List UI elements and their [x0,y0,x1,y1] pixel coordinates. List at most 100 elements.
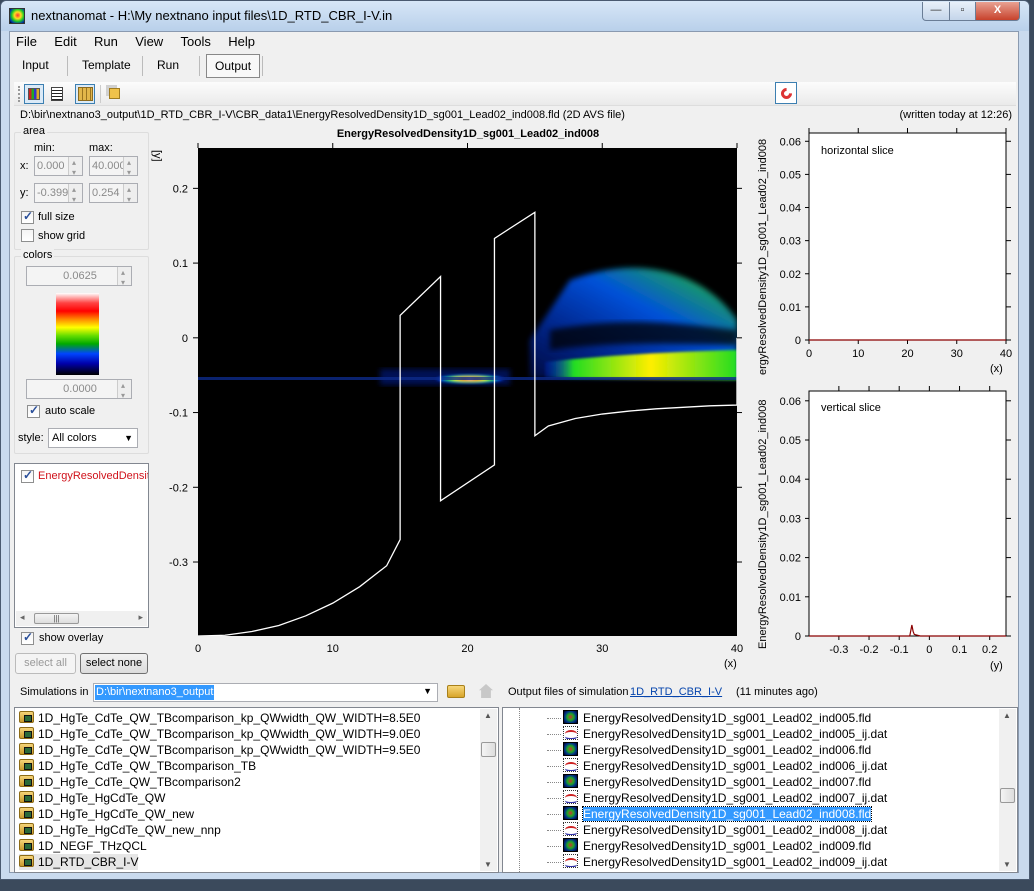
auto-scale-checkbox[interactable] [27,403,40,418]
simulation-item[interactable]: 1D_HgTe_HgCdTe_QW_new [19,806,194,822]
spin-arrows[interactable] [123,184,137,202]
scroll-left-icon[interactable]: ◂ [20,612,25,623]
output-file-label: EnergyResolvedDensity1D_sg001_Lead02_ind… [583,839,872,853]
scroll-thumb[interactable] [481,742,496,757]
spin-arrows[interactable] [68,157,82,175]
simulation-item[interactable]: 1D_HgTe_CdTe_QW_TBcomparison_kp_QWwidth_… [19,710,420,726]
output-file-item[interactable]: EnergyResolvedDensity1D_sg001_Lead02_ind… [547,854,887,870]
y-tick-label: 0.1 [173,258,188,270]
simulation-item[interactable]: 1D_NEGF_THzQCL [19,838,147,854]
select-all-button[interactable]: select all [15,653,76,674]
simulations-path-value[interactable]: D:\bir\nextnano3_output [95,685,215,700]
chart-view-button[interactable] [24,84,44,104]
tab-separator [67,56,68,76]
menu-view[interactable]: View [135,34,163,49]
folder-icon [19,807,34,819]
minimize-button[interactable]: — [922,2,950,21]
menu-tools[interactable]: Tools [181,34,211,49]
x-tick-label: 30 [596,643,608,655]
y-tick-label: 0 [795,631,801,643]
folders-button[interactable] [75,84,95,104]
x-max-input[interactable]: 40.000 [89,156,138,176]
y-tick-label: 0.04 [780,474,801,486]
output-files-scrollbar[interactable]: ▲ ▼ [999,709,1016,871]
tab-run[interactable]: Run [157,54,179,78]
output-file-item[interactable]: EnergyResolvedDensity1D_sg001_Lead02_ind… [547,742,871,758]
style-select[interactable]: All colors ▼ [48,428,138,448]
text-view-button[interactable] [47,84,67,104]
show-grid-checkbox[interactable] [21,229,34,242]
open-folder-icon[interactable] [447,685,465,698]
simulation-item[interactable]: 1D_HgTe_HgCdTe_QW [19,790,165,806]
folder-icon [19,743,34,755]
x-tick-label: 0 [806,348,812,360]
magnet-button[interactable] [775,82,797,104]
simulation-item[interactable]: 1D_HgTe_CdTe_QW_TBcomparison2 [19,774,241,790]
spin-arrows[interactable] [123,157,137,175]
x-min-input[interactable]: 0.000 [34,156,83,176]
x-tick-label: 0 [195,643,201,655]
chevron-down-icon[interactable]: ▼ [423,686,432,696]
color-max-input[interactable]: 0.0625 [26,266,132,286]
full-size-checkbox[interactable] [21,209,34,224]
window-title: nextnanomat - H:\My nextnano input files… [31,8,393,23]
output-file-item[interactable]: EnergyResolvedDensity1D_sg001_Lead02_ind… [547,806,873,822]
scroll-up-icon[interactable]: ▲ [484,711,492,720]
hslice-x-label: (x) [990,363,1003,375]
output-file-item[interactable]: EnergyResolvedDensity1D_sg001_Lead02_ind… [547,774,871,790]
data-file-icon [563,726,578,740]
scroll-thumb[interactable] [1000,788,1015,803]
scroll-down-icon[interactable]: ▼ [1003,860,1011,869]
tab-input[interactable]: Input [22,54,49,78]
y-min-input[interactable]: -0.399 [34,183,83,203]
tab-template[interactable]: Template [82,54,131,78]
simulation-item[interactable]: 1D_HgTe_HgCdTe_QW_new_nnp [19,822,221,838]
output-file-item[interactable]: EnergyResolvedDensity1D_sg001_Lead02_ind… [547,822,887,838]
spin-arrows[interactable] [117,380,131,398]
y-max-value: 0.254 [92,187,120,199]
simulations-path-combo[interactable]: D:\bir\nextnano3_output ▼ [93,683,438,702]
simulation-item-label: 1D_HgTe_CdTe_QW_TBcomparison2 [38,775,241,789]
y-max-input[interactable]: 0.254 [89,183,138,203]
overlay-item-checkbox[interactable] [21,468,34,483]
output-file-item[interactable]: EnergyResolvedDensity1D_sg001_Lead02_ind… [547,758,887,774]
spin-arrows[interactable] [117,267,131,285]
x-tick-label: 20 [461,643,473,655]
output-file-item[interactable]: EnergyResolvedDensity1D_sg001_Lead02_ind… [547,838,871,854]
overlay-hscrollbar[interactable]: ◂ ||| ▸ [16,611,147,626]
show-overlay-checkbox[interactable] [21,630,34,645]
simulation-item[interactable]: 1D_HgTe_CdTe_QW_TBcomparison_kp_QWwidth_… [19,742,420,758]
output-file-item[interactable]: EnergyResolvedDensity1D_sg001_Lead02_ind… [547,710,871,726]
close-button[interactable]: X [975,2,1020,21]
scroll-right-icon[interactable]: ▸ [138,612,143,623]
menu-file[interactable]: File [16,34,37,49]
toolbar-grip[interactable] [18,86,21,102]
overlay-item-label[interactable]: EnergyResolvedDensity [38,470,148,482]
scroll-down-icon[interactable]: ▼ [484,860,492,869]
menu-run[interactable]: Run [94,34,118,49]
output-file-item[interactable]: EnergyResolvedDensity1D_sg001_Lead02_ind… [547,726,887,742]
simulation-item[interactable]: 1D_HgTe_CdTe_QW_TBcomparison_TB [19,758,256,774]
copy-button[interactable] [104,84,124,104]
x-tick-label: 40 [731,643,743,655]
app-icon [9,8,25,24]
horizontal-slice-plot[interactable]: horizontal slice 0 10 20 30 40 0 0.01 0.02 0.03 0… [750,125,1032,383]
simulations-scrollbar[interactable]: ▲ ▼ [480,709,497,871]
main-heatmap-plot[interactable]: 0 10 20 30 40 0.2 0.1 0 -0.1 -0.2 -0.3 [y] (x) [150,140,750,675]
field-file-icon [563,838,578,852]
tab-output[interactable]: Output [206,54,261,78]
spin-arrows[interactable] [68,184,82,202]
menu-help[interactable]: Help [228,34,255,49]
color-min-input[interactable]: 0.0000 [26,379,132,399]
scroll-thumb[interactable]: ||| [34,613,79,624]
select-none-button[interactable]: select none [80,653,148,674]
simulation-link[interactable]: 1D_RTD_CBR_I-V [630,686,722,698]
menu-edit[interactable]: Edit [54,34,76,49]
colors-legend: colors [21,249,55,261]
scroll-up-icon[interactable]: ▲ [1003,711,1011,720]
vertical-slice-plot[interactable]: vertical slice -0.3 -0.2 -0.1 0 0.1 0.2 0 0.01 0… [750,385,1032,675]
simulation-item[interactable]: 1D_RTD_CBR_I-V [19,854,139,870]
output-file-item[interactable]: EnergyResolvedDensity1D_sg001_Lead02_ind… [547,790,887,806]
simulation-item[interactable]: 1D_HgTe_CdTe_QW_TBcomparison_kp_QWwidth_… [19,726,420,742]
maximize-button[interactable]: ▫ [949,2,976,21]
